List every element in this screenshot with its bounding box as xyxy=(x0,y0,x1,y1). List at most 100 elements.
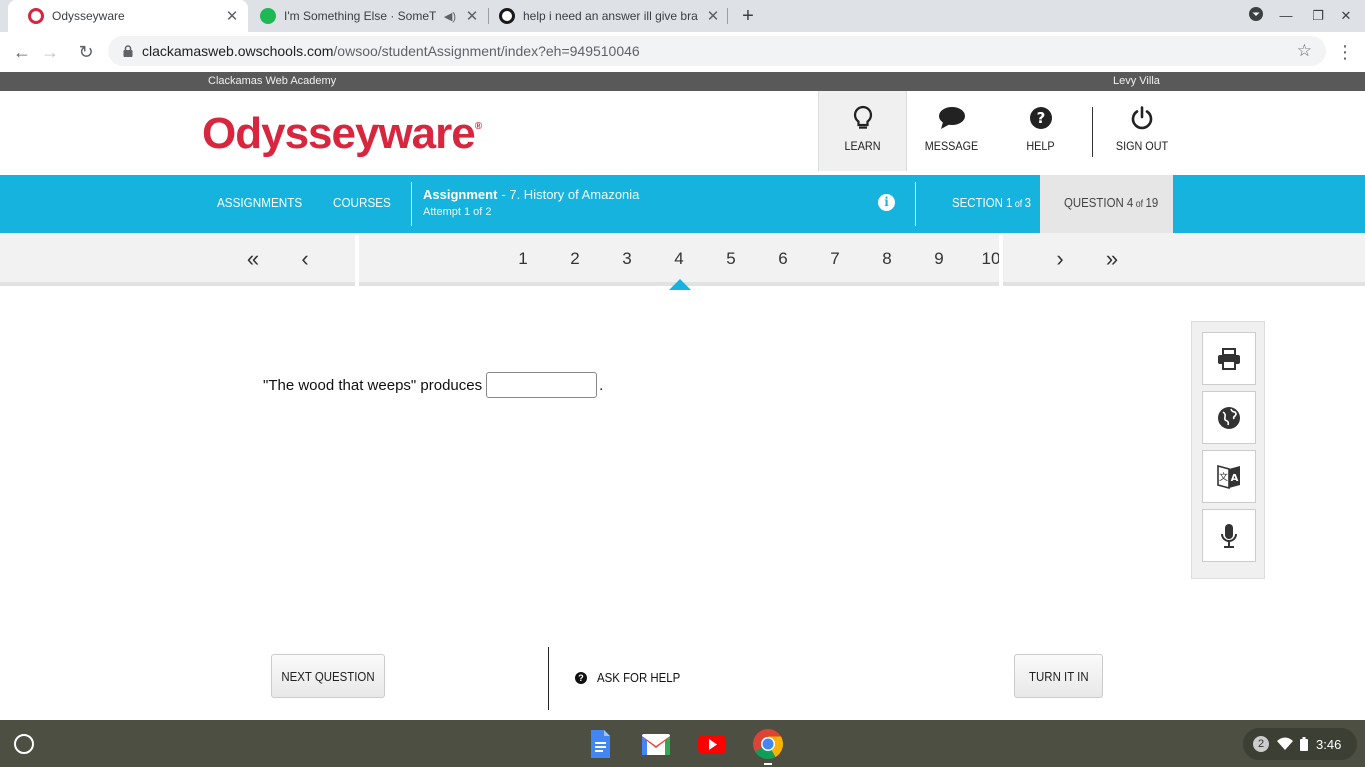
tab-title: I'm Something Else · SomeT xyxy=(284,9,436,23)
tab-odysseyware[interactable]: Odysseyware ✕ xyxy=(8,0,248,32)
pager-divider xyxy=(355,233,359,286)
odysseyware-logo[interactable]: Odysseyware® xyxy=(202,109,482,159)
question-number: QUESTION 4 xyxy=(1064,195,1134,210)
pager-divider xyxy=(999,233,1003,286)
microphone-icon xyxy=(1221,523,1237,548)
next-question-button[interactable]: NEXT QUESTION xyxy=(271,654,385,698)
help-question-icon: ? xyxy=(575,671,587,684)
question-total: 19 xyxy=(1145,195,1159,210)
nav-message-label: MESSAGE xyxy=(924,139,979,153)
close-window-icon[interactable]: ✕ xyxy=(1336,6,1356,26)
section-number: SECTION 1 xyxy=(952,195,1013,210)
assignment-title: Assignment - 7. History of Amazonia xyxy=(423,187,639,202)
address-bar[interactable]: clackamasweb.owschools.com/owsoo/student… xyxy=(108,36,1326,66)
lock-icon xyxy=(123,45,133,57)
question-indicator: QUESTION 4 of 19 xyxy=(1040,175,1173,233)
page-3[interactable]: 3 xyxy=(612,249,642,269)
brainly-favicon-icon xyxy=(499,8,515,24)
tool-panel: A文 xyxy=(1191,321,1265,579)
audio-playing-icon[interactable]: ◀) xyxy=(444,10,456,23)
wifi-icon xyxy=(1277,737,1293,750)
close-tab-icon[interactable]: ✕ xyxy=(224,7,240,25)
turn-it-in-label: TURN IT IN xyxy=(1028,668,1089,684)
print-button[interactable] xyxy=(1202,332,1256,385)
nav-sign-out[interactable]: SIGN OUT xyxy=(1098,91,1186,171)
registered-mark: ® xyxy=(474,121,483,132)
restore-icon[interactable]: ❐ xyxy=(1308,6,1328,26)
page-7[interactable]: 7 xyxy=(820,249,850,269)
page-1[interactable]: 1 xyxy=(508,249,538,269)
question-suffix: . xyxy=(599,376,604,394)
last-page-icon[interactable]: » xyxy=(1100,247,1124,273)
question-of: of xyxy=(1133,199,1146,210)
ask-for-help-button[interactable]: ? ASK FOR HELP xyxy=(575,670,692,685)
browser-toolbar: ← → ↻ clackamasweb.owschools.com/owsoo/s… xyxy=(0,32,1365,72)
tab-separator xyxy=(727,8,728,24)
current-page-marker xyxy=(669,279,691,290)
minimize-icon[interactable]: — xyxy=(1276,6,1296,26)
help-question-icon: ? xyxy=(996,91,1085,131)
nav-help-label: HELP xyxy=(1026,139,1055,153)
page-9[interactable]: 9 xyxy=(924,249,954,269)
next-question-label: NEXT QUESTION xyxy=(281,668,375,684)
tab-spotify[interactable]: I'm Something Else · SomeT ◀) ✕ xyxy=(248,0,488,32)
assignment-label: Assignment xyxy=(423,187,498,202)
status-tray[interactable]: 2 3:46 xyxy=(1243,728,1357,760)
answer-field[interactable] xyxy=(486,372,598,398)
launcher-icon[interactable] xyxy=(14,734,34,754)
site-header: Odysseyware® LEARN MESSAGE ? HELP SIGN O… xyxy=(0,91,1365,175)
lightbulb-icon xyxy=(819,91,906,131)
browser-menu-icon[interactable]: ⋮ xyxy=(1336,40,1354,64)
page-8[interactable]: 8 xyxy=(872,249,902,269)
globe-icon xyxy=(1218,406,1240,429)
bookmark-star-icon[interactable]: ☆ xyxy=(1297,41,1312,61)
tab-title: help i need an answer ill give bra xyxy=(523,9,698,23)
back-icon[interactable]: ← xyxy=(10,40,34,64)
section-total: 3 xyxy=(1024,195,1031,210)
google-docs-icon[interactable] xyxy=(584,728,616,760)
user-name[interactable]: Levy Villa xyxy=(1113,75,1160,87)
new-tab-icon[interactable]: + xyxy=(738,4,758,28)
turn-it-in-button[interactable]: TURN IT IN xyxy=(1014,654,1103,698)
running-app-indicator xyxy=(764,763,772,765)
page-2[interactable]: 2 xyxy=(560,249,590,269)
next-page-icon[interactable]: › xyxy=(1048,247,1072,273)
nav-help[interactable]: ? HELP xyxy=(996,91,1085,171)
tab-brainly[interactable]: help i need an answer ill give bra ✕ xyxy=(489,0,729,32)
translate-button[interactable]: A文 xyxy=(1202,450,1256,503)
gmail-icon[interactable] xyxy=(640,728,672,760)
battery-icon xyxy=(1300,737,1308,751)
chrome-icon[interactable] xyxy=(752,728,784,760)
previous-page-icon[interactable]: ‹ xyxy=(293,247,317,273)
nav-sign-out-label: SIGN OUT xyxy=(1115,139,1169,153)
assignments-link[interactable]: ASSIGNMENTS xyxy=(217,195,302,210)
text-to-speech-button[interactable] xyxy=(1202,509,1256,562)
dictionary-button[interactable] xyxy=(1202,391,1256,444)
first-page-icon[interactable]: « xyxy=(241,247,265,273)
url-host: clackamasweb.owschools.com xyxy=(142,43,334,59)
reload-icon[interactable]: ↻ xyxy=(74,40,98,64)
tab-search-icon[interactable] xyxy=(1246,6,1266,26)
close-tab-icon[interactable]: ✕ xyxy=(464,7,480,25)
page-4-current[interactable]: 4 xyxy=(664,249,694,269)
forward-icon[interactable]: → xyxy=(38,40,62,64)
bar-divider xyxy=(915,182,916,226)
close-tab-icon[interactable]: ✕ xyxy=(705,7,721,25)
spotify-favicon-icon xyxy=(260,8,276,24)
section-indicator[interactable]: SECTION 1 of 3 xyxy=(952,195,1031,210)
youtube-icon[interactable] xyxy=(696,728,728,760)
school-name: Clackamas Web Academy xyxy=(208,75,337,87)
nav-message[interactable]: MESSAGE xyxy=(907,91,996,171)
notification-count-badge: 2 xyxy=(1253,736,1269,752)
account-bar: Clackamas Web Academy Levy Villa xyxy=(0,72,1365,91)
section-of: of xyxy=(1012,199,1025,210)
url-path: /owsoo/studentAssignment/index?eh=949510… xyxy=(333,43,640,59)
svg-text:A: A xyxy=(1231,473,1239,484)
info-icon[interactable]: i xyxy=(878,194,895,211)
browser-tab-strip: Odysseyware ✕ I'm Something Else · SomeT… xyxy=(0,0,1365,32)
nav-learn[interactable]: LEARN xyxy=(818,91,907,171)
page-5[interactable]: 5 xyxy=(716,249,746,269)
courses-link[interactable]: COURSES xyxy=(333,195,391,210)
page-6[interactable]: 6 xyxy=(768,249,798,269)
tab-title: Odysseyware xyxy=(52,9,125,23)
